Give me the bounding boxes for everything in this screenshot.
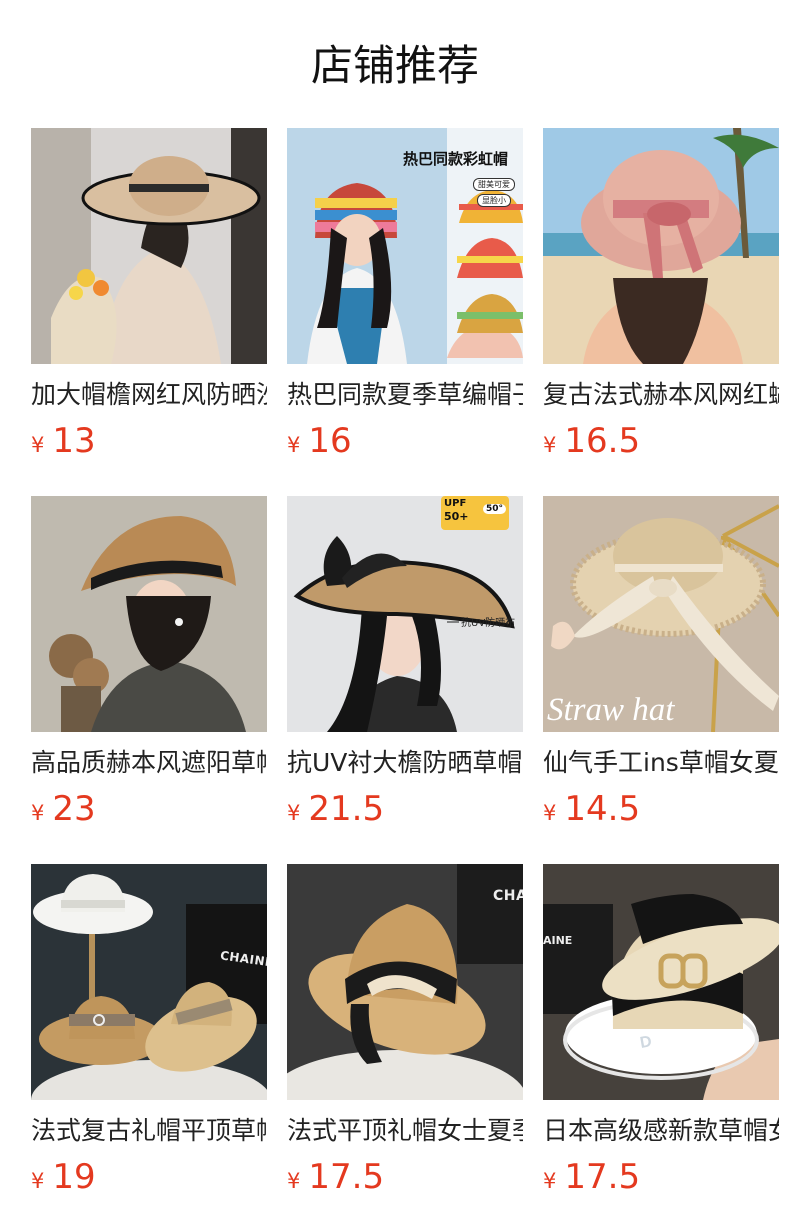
product-name[interactable]: 日本高级感新款草帽女 <box>543 1115 779 1147</box>
image-tag: 甜美可爱 <box>473 178 515 191</box>
currency-symbol: ¥ <box>543 801 557 825</box>
product-name[interactable]: 热巴同款夏季草编帽子女 <box>287 379 523 411</box>
product-card[interactable]: D AINE 日本高级感新款草帽女 ¥17.5 <box>543 864 779 1197</box>
product-card[interactable]: CHA 法式平顶礼帽女士夏季草帽 ¥17.5 <box>287 864 523 1197</box>
image-headline: 热巴同款彩虹帽 <box>403 150 509 168</box>
price-value: 17.5 <box>564 1157 641 1197</box>
product-price: ¥23 <box>31 789 267 829</box>
product-image[interactable]: UPF 50+ 50° 抗UV防晒布 <box>287 496 523 732</box>
product-image[interactable] <box>543 128 779 364</box>
product-price: ¥17.5 <box>543 1157 779 1197</box>
currency-symbol: ¥ <box>31 1169 45 1193</box>
product-card[interactable]: 高品质赫本风遮阳草帽女 ¥23 <box>31 496 267 829</box>
upf-badge-label: UPF <box>444 498 467 509</box>
product-card[interactable]: 热巴同款彩虹帽 甜美可爱 显脸小 热巴同款夏季草编帽子女 ¥16 <box>287 128 523 461</box>
price-value: 16.5 <box>564 421 641 461</box>
currency-symbol: ¥ <box>543 433 557 457</box>
product-image[interactable]: 热巴同款彩虹帽 甜美可爱 显脸小 <box>287 128 523 364</box>
product-price: ¥16.5 <box>543 421 779 461</box>
currency-symbol: ¥ <box>31 801 45 825</box>
product-name[interactable]: 法式复古礼帽平顶草帽 <box>31 1115 267 1147</box>
image-callout: 抗UV防晒布 <box>461 618 516 629</box>
price-value: 17.5 <box>308 1157 385 1197</box>
product-name[interactable]: 抗UV衬大檐防晒草帽空顶帽 <box>287 747 523 779</box>
product-price: ¥13 <box>31 421 267 461</box>
image-caption: Straw hat <box>547 692 675 728</box>
product-image[interactable]: Straw hat <box>543 496 779 732</box>
product-card[interactable]: CHAINE 法式复古礼帽平顶草帽 ¥19 <box>31 864 267 1197</box>
price-value: 19 <box>52 1157 96 1197</box>
product-image[interactable]: CHA <box>287 864 523 1100</box>
product-price: ¥17.5 <box>287 1157 523 1197</box>
price-value: 23 <box>52 789 96 829</box>
currency-symbol: ¥ <box>287 1169 301 1193</box>
price-value: 16 <box>308 421 352 461</box>
product-image[interactable] <box>31 128 267 364</box>
product-card[interactable]: UPF 50+ 50° 抗UV防晒布 抗UV衬大檐防晒草帽空顶帽 ¥21.5 <box>287 496 523 829</box>
currency-symbol: ¥ <box>287 801 301 825</box>
bag-print: CHA <box>493 888 523 904</box>
upf-badge-value: 50+ <box>444 510 469 523</box>
product-name[interactable]: 加大帽檐网红风防晒沙滩草帽 <box>31 379 267 411</box>
product-card[interactable]: 复古法式赫本风网红蝴蝶结草帽 ¥16.5 <box>543 128 779 461</box>
currency-symbol: ¥ <box>287 433 301 457</box>
product-name[interactable]: 法式平顶礼帽女士夏季草帽 <box>287 1115 523 1147</box>
product-price: ¥14.5 <box>543 789 779 829</box>
price-value: 21.5 <box>308 789 385 829</box>
product-image[interactable]: D AINE <box>543 864 779 1100</box>
product-card[interactable]: Straw hat 仙气手工ins草帽女夏季 ¥14.5 <box>543 496 779 829</box>
price-value: 14.5 <box>564 789 641 829</box>
product-name[interactable]: 仙气手工ins草帽女夏季 <box>543 747 779 779</box>
page-title: 店铺推荐 <box>310 41 479 90</box>
bag-print: AINE <box>543 934 573 947</box>
product-image[interactable]: CHAINE <box>31 864 267 1100</box>
image-tag: 显脸小 <box>477 194 511 207</box>
product-price: ¥19 <box>31 1157 267 1197</box>
price-value: 13 <box>52 421 96 461</box>
product-price: ¥16 <box>287 421 523 461</box>
currency-symbol: ¥ <box>31 433 45 457</box>
product-image[interactable] <box>31 496 267 732</box>
product-price: ¥21.5 <box>287 789 523 829</box>
product-card[interactable]: 加大帽檐网红风防晒沙滩草帽 ¥13 <box>31 128 267 461</box>
sun-badge: 50° <box>483 504 507 514</box>
product-name[interactable]: 高品质赫本风遮阳草帽女 <box>31 747 267 779</box>
product-name[interactable]: 复古法式赫本风网红蝴蝶结草帽 <box>543 379 779 411</box>
currency-symbol: ¥ <box>543 1169 557 1193</box>
